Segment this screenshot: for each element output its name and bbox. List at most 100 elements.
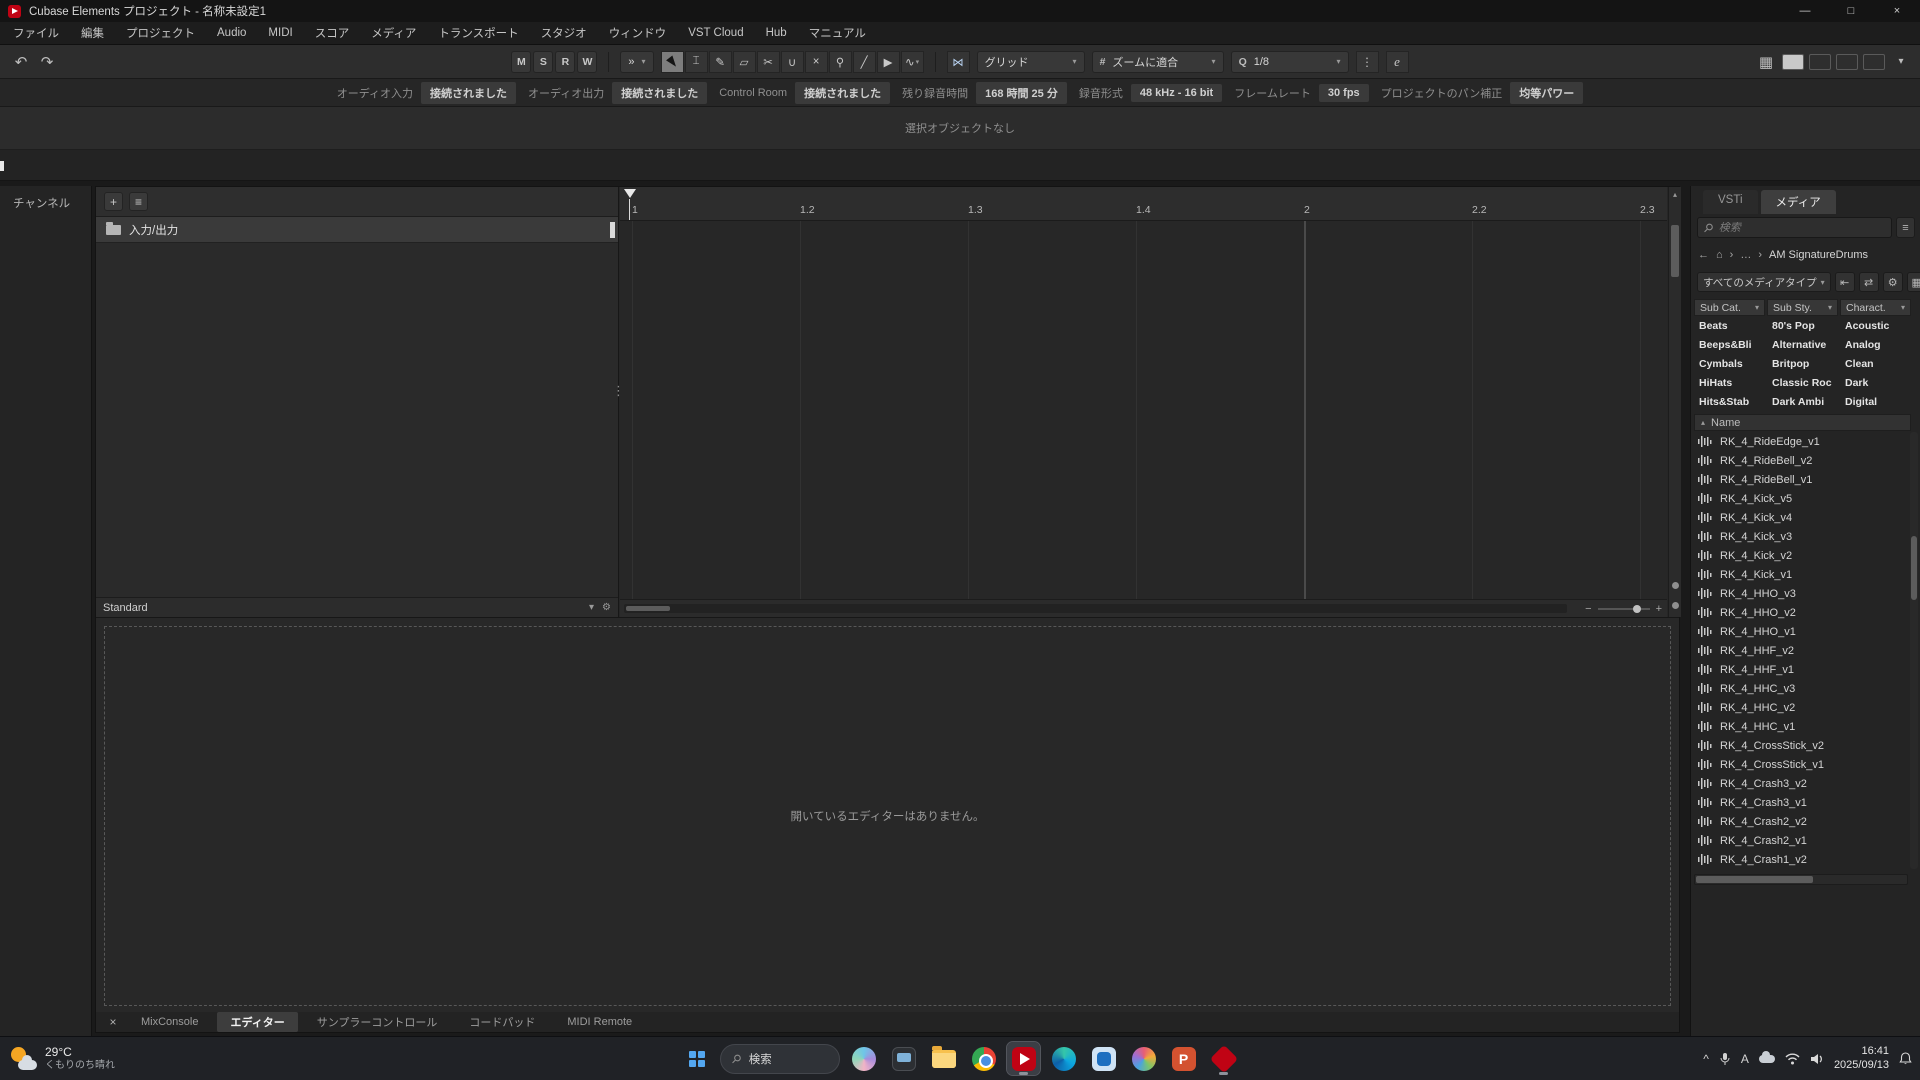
zoom-in-button[interactable]: + — [1656, 603, 1662, 615]
zoom-slider-thumb[interactable] — [1633, 605, 1641, 613]
media-file-row[interactable]: RK_4_Kick_v2 — [1694, 546, 1908, 565]
powerpoint-app-icon[interactable]: P — [1167, 1042, 1200, 1075]
track-scale-value[interactable]: Standard — [103, 602, 148, 614]
menu-item[interactable]: ファイル — [2, 25, 70, 41]
view-toggle-button[interactable]: ▦ — [1907, 272, 1920, 292]
status-value[interactable]: 接続されました — [612, 82, 707, 104]
media-file-row[interactable]: RK_4_HHO_v3 — [1694, 584, 1908, 603]
status-value[interactable]: 168 時間 25 分 — [976, 82, 1067, 104]
browser-app-icon[interactable] — [1127, 1042, 1160, 1075]
hscroll-track[interactable] — [624, 604, 1567, 613]
filter-item[interactable]: Hits&Stab — [1694, 392, 1765, 410]
automation-button[interactable]: M — [511, 51, 531, 73]
media-file-row[interactable]: RK_4_Crash2_v2 — [1694, 812, 1908, 831]
media-file-row[interactable]: RK_4_HHF_v1 — [1694, 660, 1908, 679]
media-file-row[interactable]: RK_4_Crash1_v2 — [1694, 850, 1908, 869]
zoom-out-button[interactable]: − — [1585, 603, 1591, 615]
media-file-row[interactable]: RK_4_RideBell_v2 — [1694, 451, 1908, 470]
play-tool[interactable]: ▶ — [877, 51, 900, 73]
media-file-row[interactable]: RK_4_HHF_v2 — [1694, 641, 1908, 660]
filter-header-subcategory[interactable]: Sub Cat. ▾ — [1694, 299, 1765, 316]
quantize-panel-button[interactable]: e — [1386, 51, 1409, 73]
volume-icon[interactable] — [1810, 1053, 1824, 1065]
menu-item[interactable]: プロジェクト — [115, 25, 206, 41]
media-file-row[interactable]: RK_4_Crash2_v1 — [1694, 831, 1908, 850]
filter-item[interactable]: Dark — [1840, 373, 1911, 392]
media-file-row[interactable]: RK_4_HHC_v1 — [1694, 717, 1908, 736]
draw-tool[interactable]: ✎ — [709, 51, 732, 73]
right-zone-toggle[interactable] — [1836, 54, 1858, 70]
reset-filter-button[interactable]: ⇤ — [1835, 272, 1855, 292]
home-icon[interactable]: ⌂ — [1716, 249, 1723, 261]
timeline-ruler[interactable]: 11.21.31.422.22.3 — [620, 187, 1667, 221]
media-file-row[interactable]: RK_4_Crash3_v1 — [1694, 793, 1908, 812]
snap-toggle[interactable]: ⋈ — [947, 51, 970, 73]
media-file-row[interactable]: RK_4_Kick_v4 — [1694, 508, 1908, 527]
filter-header-character[interactable]: Charact. ▾ — [1840, 299, 1911, 316]
onedrive-cloud-icon[interactable] — [1759, 1055, 1775, 1063]
menu-item[interactable]: マニュアル — [798, 25, 877, 41]
media-file-row[interactable]: RK_4_RideEdge_v1 — [1694, 432, 1908, 451]
filter-item[interactable]: Clean — [1840, 354, 1911, 373]
media-file-row[interactable]: RK_4_RideBell_v1 — [1694, 470, 1908, 489]
menu-item[interactable]: Audio — [206, 27, 257, 39]
media-file-row[interactable]: RK_4_HHC_v3 — [1694, 679, 1908, 698]
media-file-row[interactable]: RK_4_Kick_v3 — [1694, 527, 1908, 546]
chevron-down-icon[interactable]: ▾ — [589, 602, 594, 613]
media-file-row[interactable]: RK_4_HHO_v1 — [1694, 622, 1908, 641]
automation-button[interactable]: W — [577, 51, 597, 73]
vzoom-dot-lower[interactable] — [1672, 602, 1679, 609]
track-preset-button[interactable]: ≡ — [129, 192, 148, 211]
mute-tool[interactable]: × — [805, 51, 828, 73]
toolbar-options-chevron[interactable]: ▾ — [1890, 51, 1912, 73]
steinberg-app-icon[interactable] — [1207, 1042, 1240, 1075]
filter-item[interactable]: Beeps&Bli — [1694, 335, 1765, 354]
status-value[interactable]: 接続されました — [421, 82, 516, 104]
cubase-app-icon[interactable] — [1007, 1042, 1040, 1075]
split-tool[interactable]: ✂ — [757, 51, 780, 73]
vscroll-up-button[interactable]: ▴ — [1670, 189, 1680, 201]
autoscroll-button[interactable]: » ▾ — [620, 51, 653, 73]
tab-editor[interactable]: エディター — [217, 1012, 297, 1032]
add-track-button[interactable]: + — [104, 192, 123, 211]
status-value[interactable]: 均等パワー — [1510, 82, 1583, 104]
menu-item[interactable]: 編集 — [70, 25, 115, 41]
lower-zone-toggle[interactable] — [1809, 54, 1831, 70]
gear-icon[interactable]: ⚙ — [1883, 272, 1903, 292]
tab-media[interactable]: メディア — [1761, 190, 1836, 214]
grid-type-dropdown[interactable]: # ズームに適合 ▾ — [1092, 51, 1224, 73]
media-file-row[interactable]: RK_4_Kick_v5 — [1694, 489, 1908, 508]
menu-item[interactable]: スタジオ — [530, 25, 598, 41]
media-file-row[interactable]: RK_4_CrossStick_v1 — [1694, 755, 1908, 774]
object-selection-tool[interactable] — [661, 51, 684, 73]
file-explorer-icon[interactable] — [927, 1042, 960, 1075]
filter-item[interactable]: Acoustic — [1840, 316, 1911, 335]
filter-item[interactable]: Britpop — [1767, 354, 1838, 373]
minimize-button[interactable]: — — [1782, 0, 1828, 22]
automation-button[interactable]: S — [533, 51, 553, 73]
outlook-app-icon[interactable] — [1087, 1042, 1120, 1075]
results-name-header[interactable]: ▴ Name — [1694, 414, 1911, 431]
ime-indicator[interactable]: A — [1741, 1052, 1749, 1066]
system-app-icon[interactable] — [887, 1042, 920, 1075]
channel-tab[interactable]: チャンネル — [0, 186, 91, 211]
media-file-row[interactable]: RK_4_CrossStick_v2 — [1694, 736, 1908, 755]
zoom-tool[interactable]: ⚲ — [829, 51, 852, 73]
status-value[interactable]: 48 kHz - 16 bit — [1131, 84, 1222, 102]
menu-item[interactable]: MIDI — [257, 27, 303, 39]
hscroll-thumb[interactable] — [626, 606, 670, 611]
line-tool[interactable]: ╱ — [853, 51, 876, 73]
media-list-vscrollbar[interactable] — [1910, 432, 1918, 869]
left-zone-toggle[interactable] — [1782, 54, 1804, 70]
filter-item[interactable]: Analog — [1840, 335, 1911, 354]
back-icon[interactable]: ← — [1698, 249, 1709, 261]
filter-header-substyle[interactable]: Sub Sty. ▾ — [1767, 299, 1838, 316]
vzoom-dot-upper[interactable] — [1672, 582, 1679, 589]
close-button[interactable]: × — [1874, 0, 1920, 22]
media-list-vscroll-thumb[interactable] — [1911, 536, 1917, 600]
status-value[interactable]: 接続されました — [795, 82, 890, 104]
media-file-row[interactable]: RK_4_HHC_v2 — [1694, 698, 1908, 717]
maximize-button[interactable]: □ — [1828, 0, 1874, 22]
filter-item[interactable]: Alternative — [1767, 335, 1838, 354]
notification-bell-icon[interactable] — [1899, 1052, 1912, 1065]
